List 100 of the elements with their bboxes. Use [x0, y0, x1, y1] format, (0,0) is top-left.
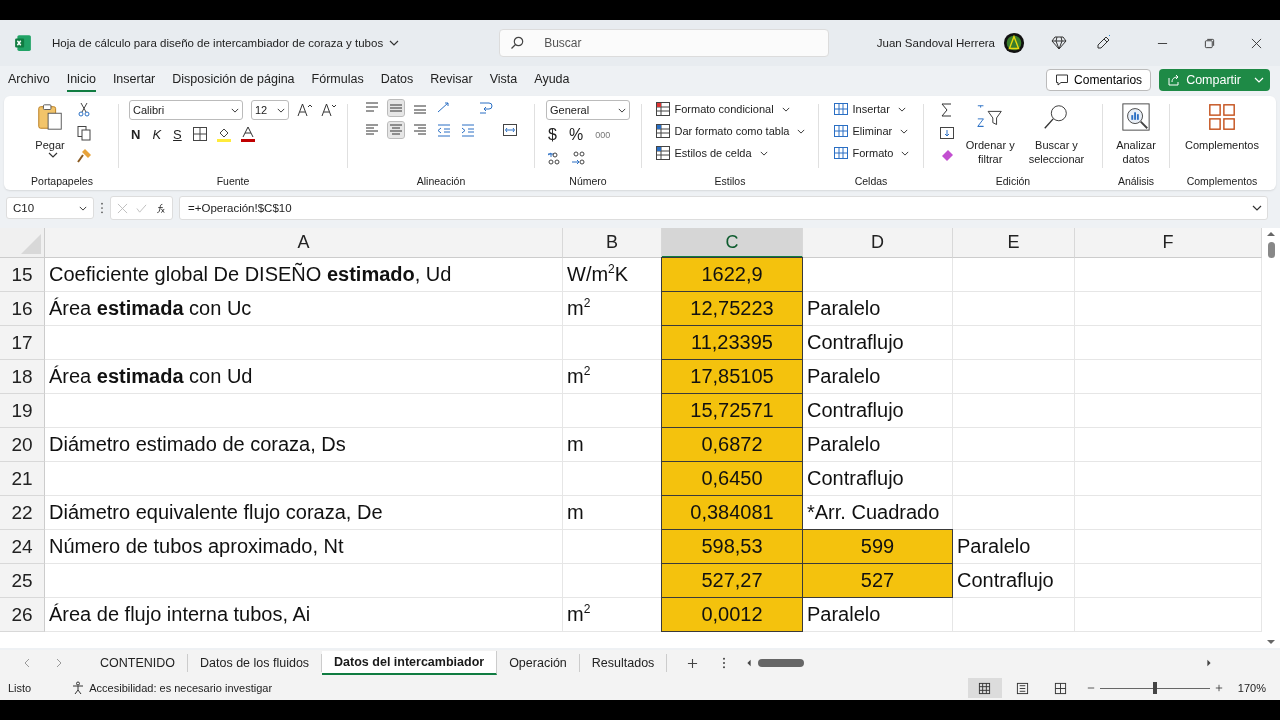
sheet-tab[interactable]: Datos del intercambiador	[322, 651, 498, 675]
column-header[interactable]: A	[45, 228, 563, 258]
italic-button[interactable]: K	[150, 126, 164, 142]
scroll-up-icon[interactable]	[1266, 230, 1276, 238]
row-header[interactable]: 26	[0, 598, 45, 632]
name-box[interactable]: C10	[6, 197, 94, 219]
zoom-slider-thumb[interactable]	[1152, 681, 1157, 694]
previous-sheet-icon[interactable]	[24, 658, 30, 668]
menu-tab[interactable]: Datos	[380, 68, 414, 92]
scissors-icon[interactable]	[76, 102, 92, 118]
fill-down-icon[interactable]	[938, 125, 955, 141]
thousands-button[interactable]: 000	[593, 130, 613, 140]
scroll-down-icon[interactable]	[1266, 638, 1276, 646]
sheet-tab[interactable]: CONTENIDO	[88, 654, 188, 672]
font-name-dropdown[interactable]: Calibri	[129, 100, 243, 120]
wrap-text-icon[interactable]	[478, 100, 494, 116]
column-header[interactable]: D	[803, 228, 953, 258]
column-header[interactable]: B	[563, 228, 662, 258]
scrollbar-thumb[interactable]	[1267, 242, 1275, 258]
menu-tab[interactable]: Archivo	[8, 68, 50, 92]
column-header[interactable]: C	[662, 228, 803, 258]
search-field[interactable]: Buscar	[499, 29, 830, 57]
more-icon[interactable]	[722, 657, 727, 669]
number-format-dropdown[interactable]: General	[546, 100, 630, 120]
column-header[interactable]: F	[1075, 228, 1262, 258]
cells-menu-button[interactable]: Insertar	[832, 100, 906, 118]
pen-icon[interactable]	[1095, 35, 1111, 51]
row-header[interactable]: 25	[0, 564, 45, 598]
row-header[interactable]: 15	[0, 258, 45, 292]
check-icon[interactable]	[136, 202, 147, 214]
document-title[interactable]: Hoja de cálculo para diseño de intercambiador de coraza y tubos	[52, 37, 384, 49]
menu-tab[interactable]: Insertar	[112, 68, 156, 92]
diamond-icon[interactable]	[1051, 35, 1067, 51]
row-header[interactable]: 20	[0, 428, 45, 462]
font-size-dropdown[interactable]: 12	[251, 100, 289, 120]
increase-font-icon[interactable]	[297, 102, 313, 118]
decrease-decimal-icon[interactable]	[570, 150, 586, 166]
normal-view-button[interactable]	[967, 678, 1002, 698]
expand-icon[interactable]	[1252, 205, 1262, 211]
increase-decimal-icon[interactable]	[546, 150, 562, 166]
styles-menu-button[interactable]: Dar formato como tabla	[654, 122, 806, 140]
menu-tab[interactable]: Vista	[489, 68, 518, 92]
paintbrush-icon[interactable]	[76, 148, 92, 164]
menu-tab[interactable]: Ayuda	[534, 68, 570, 92]
comments-button[interactable]: Comentarios	[1046, 69, 1152, 91]
currency-button[interactable]: $	[546, 126, 559, 144]
styles-menu-button[interactable]: Formato condicional	[654, 100, 790, 118]
decrease-font-icon[interactable]	[321, 102, 337, 118]
chevron-down-icon[interactable]	[389, 40, 400, 46]
row-header[interactable]: 24	[0, 530, 45, 564]
restore-icon[interactable]	[1204, 37, 1215, 49]
column-header[interactable]: E	[953, 228, 1075, 258]
row-header[interactable]: 16	[0, 292, 45, 326]
row-header[interactable]: 18	[0, 360, 45, 394]
zoom-level[interactable]: 170%	[1237, 682, 1266, 694]
font-color-icon[interactable]	[239, 126, 256, 142]
user-name[interactable]: Juan Sandoval Herrera	[876, 37, 995, 49]
sheet-tab[interactable]: Operación	[497, 654, 580, 672]
scrollbar-thumb[interactable]	[758, 659, 805, 667]
formula-field[interactable]: =+Operación!$C$10	[179, 196, 1268, 220]
row-header[interactable]: 17	[0, 326, 45, 360]
align-lines-icon[interactable]	[388, 100, 404, 116]
menu-tab[interactable]: Inicio	[66, 68, 96, 92]
cells-menu-button[interactable]: Eliminar	[832, 122, 909, 140]
row-header[interactable]: 21	[0, 462, 45, 496]
accessibility-status[interactable]: Accesibilidad: es necesario investigar	[89, 682, 273, 694]
fill-color-icon[interactable]	[215, 126, 232, 142]
copy-icon[interactable]	[76, 125, 92, 141]
close-icon[interactable]	[1251, 37, 1262, 49]
merge-cells-icon[interactable]	[502, 122, 518, 138]
menu-tab[interactable]: Disposición de página	[172, 68, 295, 92]
row-header[interactable]: 22	[0, 496, 45, 530]
find-select-button[interactable]: Buscar y seleccionar	[1025, 100, 1088, 168]
add-ins-button[interactable]: Complementos	[1182, 100, 1262, 154]
function-icon[interactable]	[155, 202, 166, 214]
bold-button[interactable]: N	[129, 126, 143, 142]
menu-tab[interactable]: Revisar	[430, 68, 473, 92]
accessibility-icon[interactable]	[71, 681, 86, 695]
align-lines-icon[interactable]	[412, 122, 428, 138]
add-sheet-icon[interactable]	[687, 657, 699, 669]
next-sheet-icon[interactable]	[56, 658, 62, 668]
menu-tab[interactable]: Fórmulas	[311, 68, 364, 92]
table-cell: Coeficiente global De DISEÑO estimado, Ud	[45, 258, 563, 292]
avatar-icon[interactable]	[1003, 32, 1025, 54]
row-header[interactable]: 19	[0, 394, 45, 428]
sheet-tab[interactable]: Resultados	[579, 654, 668, 672]
paste-button[interactable]: Pegar	[32, 100, 68, 160]
sort-filter-button[interactable]: Ordenar y filtrar	[962, 100, 1018, 168]
analyze-data-button[interactable]: Analizar datos	[1113, 100, 1159, 168]
cells-menu-button[interactable]: Formato	[832, 144, 910, 162]
share-button[interactable]: Compartir	[1159, 69, 1270, 91]
align-lines-icon[interactable]	[364, 122, 380, 138]
align-lines-icon[interactable]	[388, 122, 404, 138]
underline-button[interactable]: S	[171, 126, 184, 142]
styles-menu-button[interactable]: Estilos de celda	[654, 144, 768, 162]
more-icon[interactable]	[100, 202, 104, 214]
search-icon	[510, 36, 525, 50]
zoom-in-icon[interactable]	[1214, 684, 1223, 692]
borders-icon[interactable]	[191, 126, 208, 142]
percent-button[interactable]: %	[566, 126, 586, 144]
